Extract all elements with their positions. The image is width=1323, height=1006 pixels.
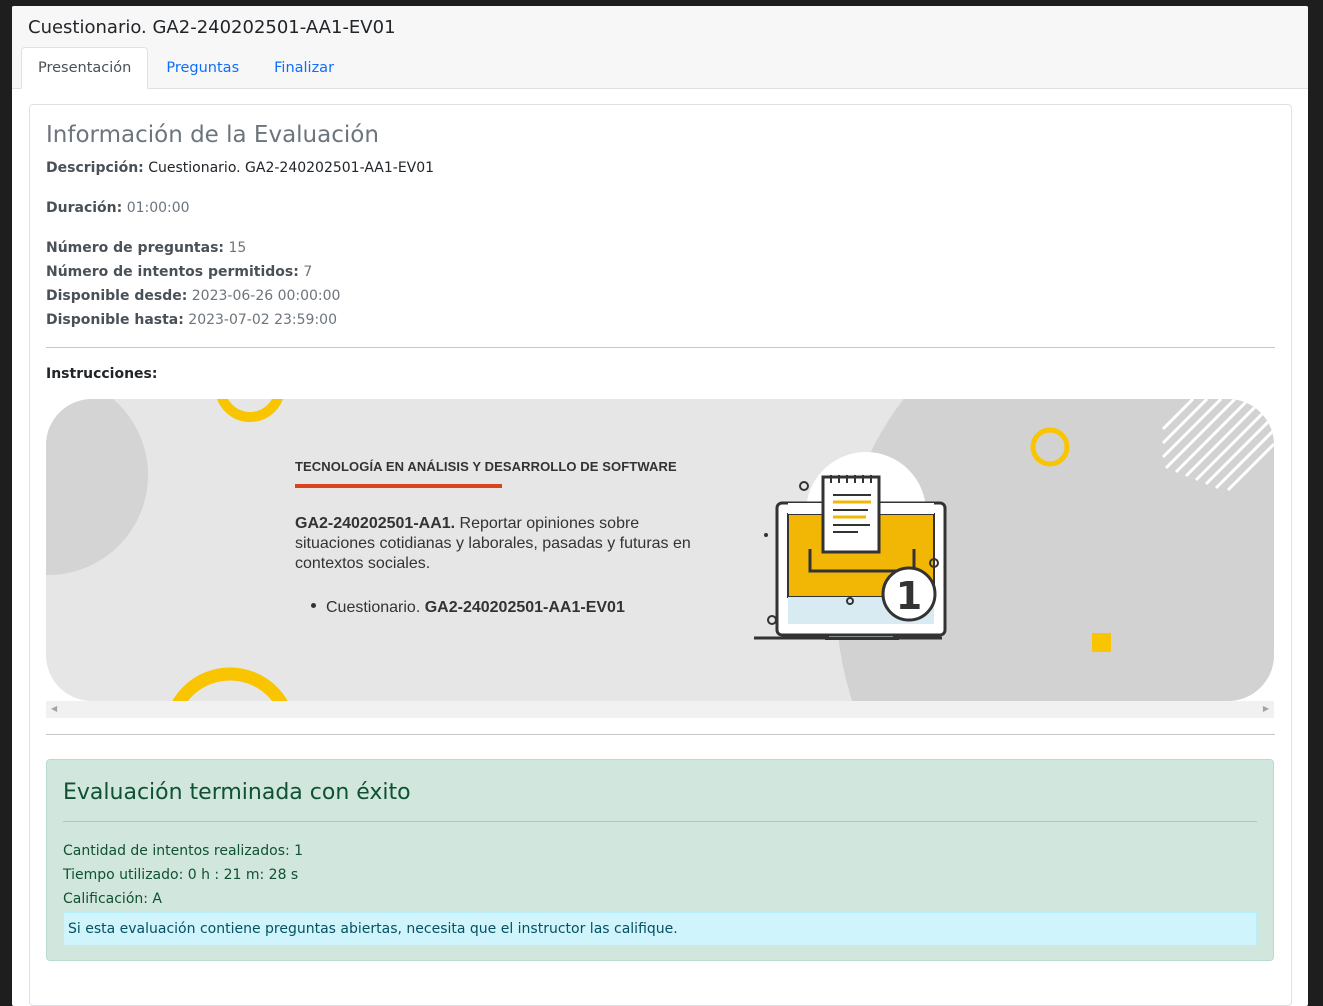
duracion-label: Duración: [46, 200, 123, 216]
success-alert: Evaluación terminada con éxito Cantidad … [46, 759, 1274, 961]
descripcion-value: Cuestionario. GA2-240202501-AA1-EV01 [148, 160, 435, 176]
presentation-card: Información de la Evaluación Descripción… [29, 104, 1292, 1006]
intentos-line: Número de intentos permitidos: 7 [46, 260, 1275, 284]
calificacion: Calificación: A [63, 891, 162, 907]
tab-bar: Presentación Preguntas Finalizar [21, 47, 352, 89]
window-header: Cuestionario. GA2-240202501-AA1-EV01 Pre… [12, 6, 1308, 89]
preguntas-line: Número de preguntas: 15 [46, 236, 1275, 260]
hasta-line: Disponible hasta: 2023-07-02 23:59:00 [46, 308, 1275, 332]
descripcion-label: Descripción: [46, 160, 144, 176]
intentos-realizados: Cantidad de intentos realizados: 1 [63, 843, 304, 859]
divider-2 [46, 734, 1275, 735]
evaluation-window: Cuestionario. GA2-240202501-AA1-EV01 Pre… [12, 6, 1308, 1006]
top-ring-shape [217, 399, 283, 422]
divider [46, 347, 1275, 348]
duracion-line: Duración: 01:00:00 [46, 196, 1275, 220]
instructions-frame: 1 TECNOLOGÍA EN ANÁLISIS Y DESARROLLO DE… [46, 399, 1274, 718]
banner-bullet-item: Cuestionario. GA2-240202501-AA1-EV01 [311, 599, 625, 617]
badge-number: 1 [896, 574, 922, 618]
scroll-left-icon[interactable]: ◀ [51, 704, 57, 714]
tab-presentacion[interactable]: Presentación [21, 47, 149, 89]
tab-preguntas[interactable]: Preguntas [149, 47, 256, 89]
tab-finalizar[interactable]: Finalizar [257, 47, 351, 89]
info-note: Si esta evaluación contiene preguntas ab… [63, 912, 1257, 946]
duracion-value: 01:00:00 [126, 200, 190, 216]
instructions-banner: 1 TECNOLOGÍA EN ANÁLISIS Y DESARROLLO DE… [46, 399, 1274, 701]
bullet-code: GA2-240202501-AA1-EV01 [424, 599, 625, 616]
instrucciones-label: Instrucciones: [46, 366, 158, 382]
descripcion-line: Descripción: Cuestionario. GA2-240202501… [46, 156, 1275, 180]
banner-title-underline [295, 484, 502, 488]
scroll-right-icon[interactable]: ▶ [1263, 704, 1269, 714]
bullet-prefix: Cuestionario. [326, 599, 425, 616]
alert-divider [63, 821, 1257, 822]
left-blob-shape [46, 399, 148, 575]
intentos-label: Número de intentos permitidos: [46, 264, 299, 280]
desde-label: Disponible desde: [46, 288, 188, 304]
activity-code: GA2-240202501-AA1. [295, 515, 456, 532]
banner-program-title: TECNOLOGÍA EN ANÁLISIS Y DESARROLLO DE S… [295, 459, 677, 474]
desde-value: 2023-06-26 00:00:00 [191, 288, 341, 304]
preguntas-value: 15 [228, 240, 247, 256]
window-title: Cuestionario. GA2-240202501-AA1-EV01 [28, 17, 396, 38]
hasta-label: Disponible hasta: [46, 312, 184, 328]
banner-activity-text: GA2-240202501-AA1. Reportar opiniones so… [295, 514, 715, 574]
hasta-value: 2023-07-02 23:59:00 [188, 312, 337, 328]
desde-line: Disponible desde: 2023-06-26 00:00:00 [46, 284, 1275, 308]
preguntas-label: Número de preguntas: [46, 240, 225, 256]
success-title: Evaluación terminada con éxito [63, 780, 411, 805]
bottom-ring-shape [172, 667, 288, 701]
horizontal-scrollbar[interactable]: ◀ ▶ [46, 701, 1274, 718]
bullet-dot-icon [311, 603, 316, 609]
tiempo-utilizado: Tiempo utilizado: 0 h : 21 m: 28 s [63, 867, 299, 883]
intentos-value: 7 [303, 264, 313, 280]
yellow-square-shape [1092, 633, 1111, 652]
info-title: Información de la Evaluación [46, 122, 379, 148]
